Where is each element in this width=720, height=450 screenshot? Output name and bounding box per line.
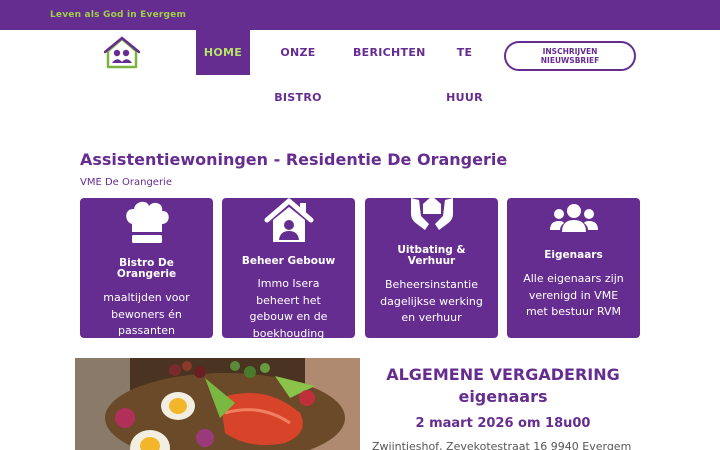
meeting-date: 2 maart 2026 om 18u00 <box>415 416 591 431</box>
newsletter-button[interactable]: INSCHRIJVEN NIEUWSBRIEF <box>504 41 636 71</box>
nav-berichten[interactable]: BERICHTEN <box>353 30 425 75</box>
card-title: Bistro De Orangerie <box>116 257 177 280</box>
card-bistro[interactable]: Bistro De Orangerie maaltijden voor bewo… <box>80 198 213 338</box>
hands-house-icon <box>365 198 498 234</box>
card-title: Uitbating & Verhuur <box>397 244 466 267</box>
top-bar: Leven als God in Evergem <box>0 0 720 30</box>
food-photo <box>75 358 360 450</box>
tagline: Leven als God in Evergem <box>50 10 187 20</box>
card-eigenaars[interactable]: Eigenaars Alle eigenaars zijn verenigd i… <box>507 198 640 338</box>
nav-te-huur[interactable]: TE HUUR <box>437 30 492 104</box>
card-beheer-gebouw[interactable]: Beheer Gebouw Immo Isera beheert het geb… <box>222 198 355 338</box>
card-title: Beheer Gebouw <box>241 255 336 267</box>
logo-house-icon <box>103 36 141 69</box>
site-logo[interactable] <box>103 36 141 70</box>
card-text: Alle eigenaars zijn verenigd in VME met … <box>523 272 624 318</box>
card-text: Beheersinstantie dagelijkse werking en v… <box>380 278 483 324</box>
card-text: Immo Isera beheert het gebouw en de boek… <box>249 277 328 338</box>
card-text: maaltijden voor bewoners én passanten <box>103 291 190 337</box>
house-user-icon <box>222 198 355 244</box>
card-uitbating-verhuur[interactable]: Uitbating & Verhuur Beheersinstantie dag… <box>365 198 498 338</box>
chef-hat-icon <box>80 200 213 246</box>
nav-home[interactable]: HOME <box>196 30 250 75</box>
page-title: Assistentiewoningen - Residentie De Oran… <box>80 150 508 169</box>
nav-onze-bistro[interactable]: ONZE BISTRO <box>258 30 338 104</box>
meeting-title: ALGEMENE VERGADERING eigenaars <box>386 365 620 406</box>
users-icon <box>507 202 640 236</box>
page-subtitle: VME De Orangerie <box>80 177 172 188</box>
card-title: Eigenaars <box>544 249 603 261</box>
meeting-address: Zwijntjeshof, Zevekotestraat 16 9940 Eve… <box>372 440 632 450</box>
